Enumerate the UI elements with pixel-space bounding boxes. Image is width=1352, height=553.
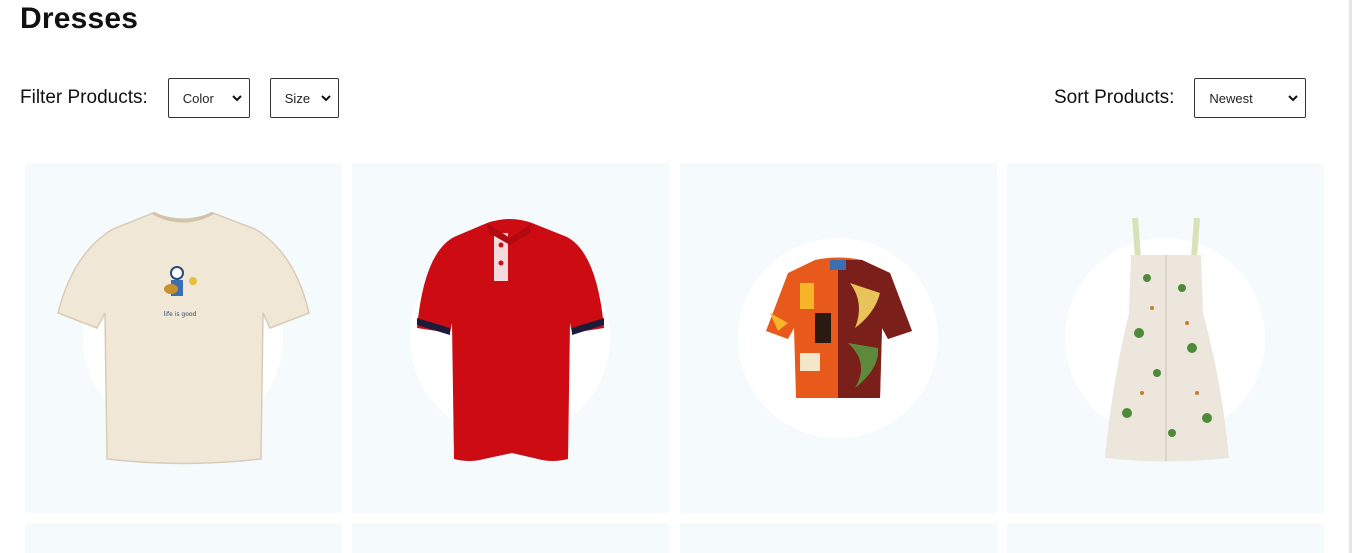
tshirt-icon: life is good bbox=[57, 211, 310, 465]
svg-text:life is good: life is good bbox=[164, 311, 197, 318]
color-filter-value: Color bbox=[182, 90, 214, 106]
sort-bar: Sort Products: Newest bbox=[1054, 78, 1307, 118]
size-filter-select[interactable]: Size bbox=[269, 78, 339, 118]
chevron-down-icon bbox=[231, 92, 243, 104]
page-title: Dresses bbox=[20, 2, 139, 35]
product-card[interactable] bbox=[352, 523, 669, 553]
chevron-down-icon bbox=[1287, 92, 1299, 104]
product-card[interactable] bbox=[680, 523, 997, 553]
sort-value: Newest bbox=[1209, 90, 1253, 106]
sort-label: Sort Products: bbox=[1054, 87, 1175, 108]
product-card[interactable] bbox=[680, 163, 997, 513]
product-card[interactable] bbox=[25, 523, 342, 553]
product-card[interactable] bbox=[352, 163, 669, 513]
product-card[interactable]: life is good bbox=[25, 163, 342, 513]
filter-label: Filter Products: bbox=[20, 87, 148, 108]
sort-select[interactable]: Newest bbox=[1194, 78, 1307, 118]
chevron-down-icon bbox=[320, 92, 332, 104]
polo-shirt-icon bbox=[417, 219, 604, 461]
product-card[interactable] bbox=[1007, 163, 1324, 513]
product-card[interactable] bbox=[1007, 523, 1324, 553]
size-filter-value: Size bbox=[284, 90, 311, 106]
filter-bar: Filter Products: Color Size bbox=[20, 78, 339, 118]
dress-icon bbox=[1105, 217, 1229, 462]
color-filter-select[interactable]: Color bbox=[167, 78, 250, 118]
shirt-icon bbox=[766, 257, 912, 398]
